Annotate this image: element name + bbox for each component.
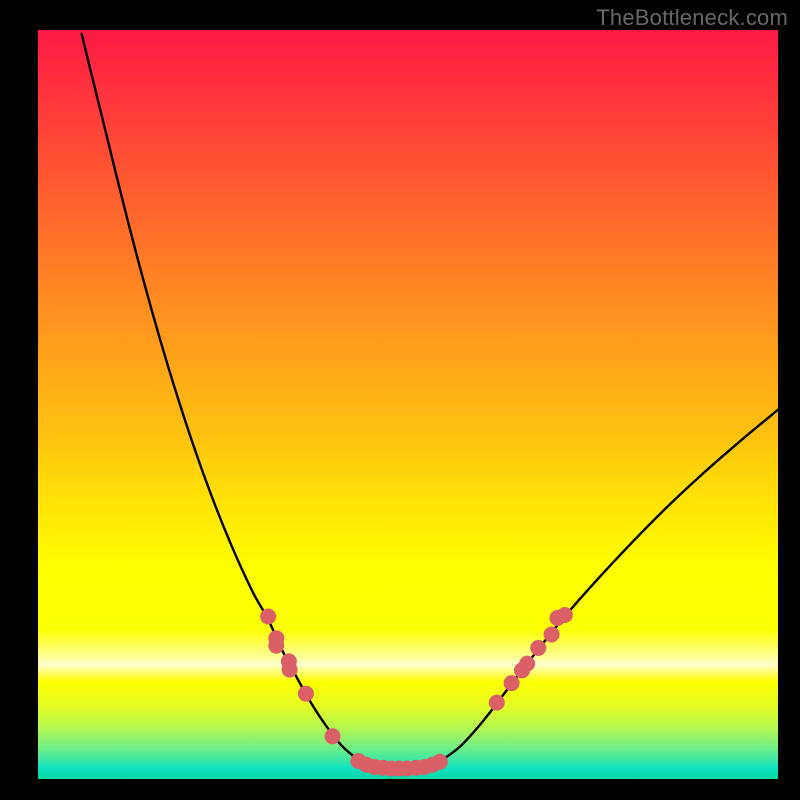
data-marker bbox=[298, 686, 314, 702]
data-marker bbox=[432, 754, 448, 770]
data-marker bbox=[268, 638, 284, 654]
watermark-text: TheBottleneck.com bbox=[596, 5, 788, 31]
bottleneck-curve bbox=[82, 34, 778, 769]
data-marker bbox=[530, 640, 546, 656]
data-marker bbox=[544, 626, 560, 642]
marker-group bbox=[260, 607, 573, 777]
plot-area bbox=[38, 30, 778, 779]
data-marker bbox=[282, 662, 298, 678]
data-marker bbox=[504, 675, 520, 691]
data-marker bbox=[325, 728, 341, 744]
chart-frame: TheBottleneck.com bbox=[0, 0, 800, 800]
data-marker bbox=[519, 656, 535, 672]
chart-svg bbox=[38, 30, 778, 779]
data-marker bbox=[260, 608, 276, 624]
data-marker bbox=[557, 607, 573, 623]
data-marker bbox=[489, 695, 505, 711]
